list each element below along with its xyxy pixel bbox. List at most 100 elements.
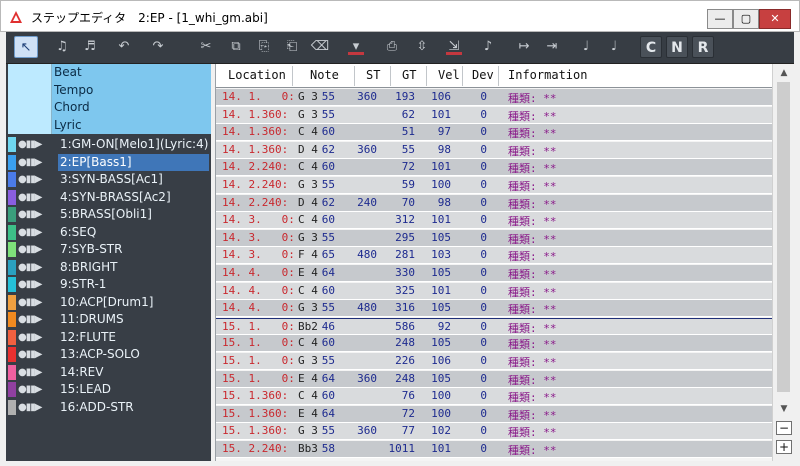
select-arrow-icon[interactable]: ↖ [14, 36, 38, 58]
minimize-button[interactable]: — [707, 9, 733, 29]
track-mute-solo-icon[interactable]: ●▮▮▶ [18, 136, 42, 154]
column-header-st[interactable]: ST [366, 68, 380, 82]
paste-insert-icon[interactable]: ⎗ [280, 36, 304, 58]
table-row[interactable]: 15. 1.360: G 3 55 360 77 102 0 種類: ** [216, 423, 773, 441]
close-button[interactable]: ✕ [759, 9, 791, 29]
table-row[interactable]: 15. 1. 0: Bb2 46 586 92 0 種類: ** [216, 317, 773, 335]
track-item[interactable]: ●▮▮▶ 9:STR-1 [6, 276, 211, 294]
table-row[interactable]: 15. 1. 0: E 4 64 360 248 105 0 種類: ** [216, 370, 773, 388]
zoom-in-button[interactable]: + [776, 440, 792, 454]
insert-events-icon[interactable]: ♬ [78, 36, 102, 58]
print-icon[interactable]: ⎙ [380, 36, 404, 58]
track-mute-solo-icon[interactable]: ●▮▮▶ [18, 189, 42, 207]
note-value-icon[interactable]: ♩ [574, 36, 598, 58]
table-row[interactable]: 14. 2.240: C 4 60 72 101 0 種類: ** [216, 159, 773, 177]
system-track-lyric[interactable]: Lyric [6, 116, 211, 134]
column-separator[interactable] [292, 66, 293, 86]
table-row[interactable]: 14. 2.240: D 4 62 240 70 98 0 種類: ** [216, 194, 773, 212]
track-mute-solo-icon[interactable]: ●▮▮▶ [18, 311, 42, 329]
column-header-location[interactable]: Location [228, 68, 286, 82]
track-mute-solo-icon[interactable]: ●▮▮▶ [18, 294, 42, 312]
paste-icon[interactable]: ⎘ [252, 36, 276, 58]
toolbar-letter-n-button[interactable]: N [666, 36, 688, 58]
scrollbar-thumb[interactable] [777, 82, 790, 392]
measure-delete-icon[interactable]: ⇲ [442, 36, 466, 58]
track-mute-solo-icon[interactable]: ●▮▮▶ [18, 364, 42, 382]
track-item[interactable]: ●▮▮▶ 14:REV [6, 364, 211, 382]
track-item[interactable]: ●▮▮▶ 5:BRASS[Obli1] [6, 206, 211, 224]
track-mute-solo-icon[interactable]: ●▮▮▶ [18, 346, 42, 364]
track-item[interactable]: ●▮▮▶ 8:BRIGHT [6, 259, 211, 277]
table-row[interactable]: 14. 1. 0: G 3 55 360 193 106 0 種類: ** [216, 89, 773, 106]
track-mute-solo-icon[interactable]: ●▮▮▶ [18, 329, 42, 347]
table-row[interactable]: 15. 1. 0: C 4 60 248 105 0 種類: ** [216, 335, 773, 353]
table-row[interactable]: 15. 2.240: Bb3 58 1011 101 0 種類: ** [216, 441, 773, 458]
track-mute-solo-icon[interactable]: ●▮▮▶ [18, 154, 42, 172]
track-item[interactable]: ●▮▮▶ 4:SYN-BRASS[Ac2] [6, 189, 211, 207]
track-item[interactable]: ●▮▮▶ 2:EP[Bass1] [6, 153, 211, 172]
column-header-dev[interactable]: Dev [472, 68, 494, 82]
scroll-down-icon[interactable]: ▼ [773, 404, 795, 414]
insert-note-icon[interactable]: ♫ [50, 36, 74, 58]
measure-insert-icon[interactable]: ⇳ [410, 36, 434, 58]
track-mute-solo-icon[interactable]: ●▮▮▶ [18, 276, 42, 294]
track-item[interactable]: ●▮▮▶ 6:SEQ [6, 224, 211, 242]
toolbar-letter-r-button[interactable]: R [692, 36, 714, 58]
table-row[interactable]: 14. 3. 0: C 4 60 312 101 0 種類: ** [216, 212, 773, 230]
erase-icon[interactable]: ⌫ [308, 36, 332, 58]
track-mute-solo-icon[interactable]: ●▮▮▶ [18, 259, 42, 277]
scroll-up-icon[interactable]: ▲ [773, 68, 795, 78]
table-row[interactable]: 14. 2.240: G 3 55 59 100 0 種類: ** [216, 177, 773, 194]
table-row[interactable]: 14. 4. 0: G 3 55 480 316 105 0 種類: ** [216, 300, 773, 318]
track-mute-solo-icon[interactable]: ●▮▮▶ [18, 399, 42, 417]
track-item[interactable]: ●▮▮▶ 11:DRUMS [6, 311, 211, 329]
track-item[interactable]: ●▮▮▶ 10:ACP[Drum1] [6, 294, 211, 312]
delete-red-icon[interactable]: ▾ [344, 36, 368, 58]
table-row[interactable]: 14. 3. 0: F 4 65 480 281 103 0 種類: ** [216, 247, 773, 265]
table-row[interactable]: 15. 1.360: E 4 64 72 100 0 種類: ** [216, 405, 773, 423]
note-box-icon[interactable]: ♩ [602, 36, 626, 58]
track-mute-solo-icon[interactable]: ●▮▮▶ [18, 171, 42, 189]
column-header-gt[interactable]: GT [402, 68, 416, 82]
column-separator[interactable] [354, 66, 355, 86]
table-row[interactable]: 15. 1. 0: G 3 55 226 106 0 種類: ** [216, 353, 773, 370]
maximize-button[interactable]: ▢ [733, 9, 759, 29]
column-separator[interactable] [426, 66, 427, 86]
jump-icon[interactable]: ↦ [512, 36, 536, 58]
column-header-note[interactable]: Note [310, 68, 339, 82]
table-row[interactable]: 14. 1.360: C 4 60 51 97 0 種類: ** [216, 124, 773, 142]
table-row[interactable]: 14. 4. 0: E 4 64 330 105 0 種類: ** [216, 265, 773, 282]
column-separator[interactable] [390, 66, 391, 86]
quantize-icon[interactable]: ♪ [476, 36, 500, 58]
undo-icon[interactable]: ↶ [112, 36, 136, 58]
table-row[interactable]: 14. 4. 0: C 4 60 325 101 0 種類: ** [216, 282, 773, 300]
table-row[interactable]: 15. 1.360: C 4 60 76 100 0 種類: ** [216, 388, 773, 406]
track-mute-solo-icon[interactable]: ●▮▮▶ [18, 381, 42, 399]
track-mute-solo-icon[interactable]: ●▮▮▶ [18, 224, 42, 242]
system-track-chord[interactable]: Chord [6, 99, 211, 117]
track-mute-solo-icon[interactable]: ●▮▮▶ [18, 206, 42, 224]
track-item[interactable]: ●▮▮▶ 1:GM-ON[Melo1](Lyric:4) [6, 136, 211, 154]
track-item[interactable]: ●▮▮▶ 15:LEAD [6, 381, 211, 399]
track-item[interactable]: ●▮▮▶ 3:SYN-BASS[Ac1] [6, 171, 211, 189]
column-header-information[interactable]: Information [508, 68, 587, 82]
track-item[interactable]: ●▮▮▶ 16:ADD-STR [6, 399, 211, 417]
toolbar-letter-c-button[interactable]: C [640, 36, 662, 58]
table-row[interactable]: 14. 1.360: D 4 62 360 55 98 0 種類: ** [216, 141, 773, 159]
system-track-tempo[interactable]: Tempo [6, 81, 211, 99]
track-item[interactable]: ●▮▮▶ 12:FLUTE [6, 329, 211, 347]
follow-icon[interactable]: ⇥ [540, 36, 564, 58]
vertical-scrollbar[interactable]: ▲ ▼ − + [772, 64, 794, 461]
column-header-vel[interactable]: Vel [438, 68, 460, 82]
zoom-out-button[interactable]: − [776, 421, 792, 435]
redo-icon[interactable]: ↷ [146, 36, 170, 58]
track-mute-solo-icon[interactable]: ●▮▮▶ [18, 241, 42, 259]
system-track-beat[interactable]: Beat [6, 64, 211, 82]
table-row[interactable]: 14. 3. 0: G 3 55 295 105 0 種類: ** [216, 229, 773, 247]
track-item[interactable]: ●▮▮▶ 7:SYB-STR [6, 241, 211, 259]
column-separator[interactable] [462, 66, 463, 86]
copy-icon[interactable]: ⧉ [224, 36, 248, 58]
cut-icon[interactable]: ✂ [194, 36, 218, 58]
track-item[interactable]: ●▮▮▶ 13:ACP-SOLO [6, 346, 211, 364]
table-row[interactable]: 14. 1.360: G 3 55 62 101 0 種類: ** [216, 106, 773, 124]
